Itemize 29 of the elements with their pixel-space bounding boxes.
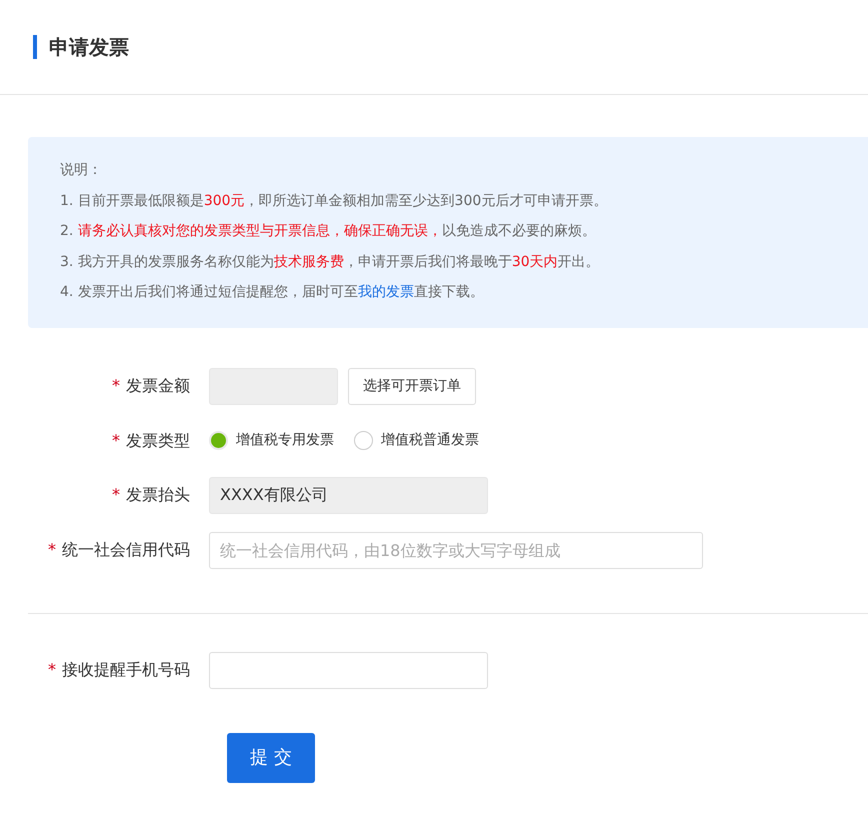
required-mark: * [112, 430, 120, 450]
input-field[interactable] [209, 652, 488, 688]
submit-button[interactable]: 提 交 [227, 732, 315, 782]
radio-label: 增值税专用发票 [236, 431, 334, 450]
notice-item: 3. 我方开具的发票服务名称仅能为技术服务费，申请开票后我们将最晚于30天内开出。 [60, 252, 601, 272]
company-field[interactable]: XXXX有限公司 [209, 476, 488, 514]
field-label: 接收提醒手机号码 [62, 660, 190, 679]
link[interactable]: 我的发票 [358, 284, 414, 300]
page-title: 申请发票 [33, 35, 129, 59]
required-mark: * [112, 485, 120, 504]
field-label: 发票金额 [126, 376, 190, 395]
required-mark: * [48, 540, 56, 559]
field-label: 发票类型 [126, 430, 190, 450]
radio-option[interactable]: 增值税专用发票 [209, 430, 334, 451]
radio-icon[interactable] [209, 431, 228, 450]
field-label: 统一社会信用代码 [62, 540, 190, 559]
notice-heading: 说明： [60, 161, 103, 180]
select-orders-button[interactable]: 选择可开票订单 [348, 368, 476, 404]
notice-item: 2. 请务必认真核对您的发票类型与开票信息，确保正确无误，以免造成不必要的麻烦。 [60, 222, 597, 241]
radio-icon[interactable] [354, 431, 373, 450]
required-mark: * [112, 376, 120, 395]
required-mark: * [48, 660, 56, 679]
notice-item: 1. 目前开票最低限额是300元，即所选订单金额相加需至少达到300元后才可申请开票。 [60, 192, 608, 210]
field-label: 发票抬头 [126, 485, 190, 504]
notice-item: 4. 发票开出后我们将通过短信提醒您，届时可至我的发票直接下载。 [60, 283, 485, 302]
input-field[interactable]: 统一社会信用代码，由18位数字或大写字母组成 [209, 532, 703, 568]
radio-label: 增值税普通发票 [381, 431, 479, 450]
radio-option[interactable]: 增值税普通发票 [354, 430, 479, 451]
amount-field[interactable] [209, 368, 338, 404]
